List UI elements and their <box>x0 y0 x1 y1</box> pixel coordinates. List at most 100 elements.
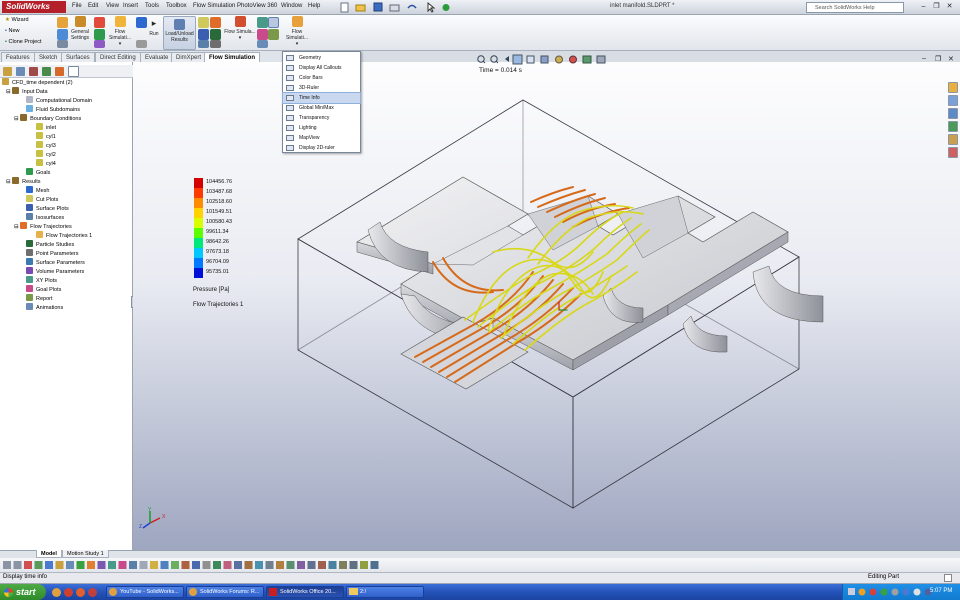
toolbar-icon[interactable] <box>55 561 64 569</box>
menu-tools[interactable]: Tools <box>145 3 159 9</box>
tree-fluid-subdomains[interactable]: Fluid Subdomains <box>26 105 80 114</box>
new-project-button[interactable]: ▪ New <box>5 28 20 34</box>
tab-surfaces[interactable]: Surfaces <box>61 52 95 62</box>
tab-motion-study-1[interactable]: Motion Study 1 <box>62 550 109 558</box>
tree-bc-cyl2[interactable]: cyl2 <box>36 150 56 159</box>
toolbar-icon[interactable] <box>76 561 85 569</box>
toolbar-icon[interactable] <box>328 561 337 569</box>
toolbar-icon[interactable] <box>339 561 347 569</box>
tree-input-data[interactable]: ⊟ Input Data <box>6 87 48 96</box>
menu-photoview[interactable]: PhotoView 360 <box>237 3 277 9</box>
tree-bc-cyl1[interactable]: cyl1 <box>36 132 56 141</box>
toolbar-icon[interactable] <box>223 561 232 569</box>
toolbar-icon[interactable] <box>244 561 253 569</box>
tab-dimxpert[interactable]: DimXpert <box>171 52 207 62</box>
menu-help[interactable]: Help <box>308 3 320 9</box>
viewport-restore-icon[interactable]: ❐ <box>935 55 941 63</box>
menu-insert[interactable]: Insert <box>123 3 138 9</box>
tree-xy-plots[interactable]: XY Plots <box>26 276 57 285</box>
toolbar-icon[interactable] <box>276 561 284 569</box>
restore-icon[interactable]: ❐ <box>931 2 942 12</box>
viewport-minimize-icon[interactable]: – <box>922 55 926 62</box>
menu-item-display-all-callouts[interactable]: Display All Callouts <box>283 63 360 73</box>
dimxpert-tab-icon[interactable] <box>42 67 51 76</box>
calculation-control-icon[interactable] <box>57 29 68 40</box>
toolbar-icon[interactable] <box>349 561 358 569</box>
toolbar-icon[interactable] <box>370 561 379 569</box>
toolbar-icon[interactable] <box>297 561 305 569</box>
load-unload-results-button[interactable]: Load/Unload Results <box>163 16 196 50</box>
cut-plot-icon[interactable] <box>198 17 209 28</box>
taskbar-item-forums[interactable]: SolidWorks Forums: R... <box>186 586 264 598</box>
tree-bc-cyl4[interactable]: cyl4 <box>36 159 56 168</box>
menu-item-global-min-max[interactable]: Global Min/Max <box>283 103 360 113</box>
tree-surface-plots[interactable]: Surface Plots <box>26 204 69 213</box>
mesh-icon[interactable] <box>136 17 147 28</box>
status-toggle-icon[interactable] <box>944 574 952 582</box>
firefox-icon[interactable] <box>52 588 61 597</box>
tree-report[interactable]: Report <box>26 294 53 303</box>
isosurface-icon[interactable] <box>198 40 209 48</box>
flow-trajectories-icon[interactable] <box>210 17 221 28</box>
tree-surface-parameters[interactable]: Surface Parameters <box>26 258 85 267</box>
display-options-icon[interactable] <box>268 17 279 28</box>
menu-item-lighting[interactable]: Lighting <box>283 123 360 133</box>
taskbar-item-solidworks[interactable]: SolidWorks Office 20... <box>266 586 344 598</box>
tree-goal-plots[interactable]: Goal Plots <box>26 285 61 294</box>
tree-point-parameters[interactable]: Point Parameters <box>26 249 79 258</box>
toolbar-icon[interactable] <box>87 561 95 569</box>
source-icon[interactable] <box>94 40 105 48</box>
toolbar-icon[interactable] <box>360 561 368 569</box>
point-parameters-icon[interactable] <box>210 40 221 48</box>
boundary-condition-icon[interactable] <box>94 17 105 28</box>
app-icon[interactable] <box>64 588 73 597</box>
menu-toolbox[interactable]: Toolbox <box>166 3 187 9</box>
tools-icon[interactable] <box>57 40 68 48</box>
feature-tree-tab-icon[interactable] <box>3 67 12 76</box>
tree-results[interactable]: ⊟ Results <box>6 177 40 186</box>
tree-volume-parameters[interactable]: Volume Parameters <box>26 267 84 276</box>
toolbar-icon[interactable] <box>118 561 127 569</box>
menu-flow-simulation[interactable]: Flow Simulation <box>193 3 235 9</box>
toolbar-icon[interactable] <box>45 561 53 569</box>
tab-features[interactable]: Features <box>1 52 35 62</box>
menu-item-display-2d-ruler[interactable]: Display 2D-ruler <box>283 143 360 153</box>
search-pane-icon[interactable] <box>948 121 958 132</box>
surface-plot-icon[interactable] <box>198 29 209 40</box>
tree-mesh[interactable]: Mesh <box>26 186 49 195</box>
tree-cut-plots[interactable]: Cut Plots <box>26 195 58 204</box>
menu-item-color-bars[interactable]: Color Bars <box>283 73 360 83</box>
close-icon[interactable]: ✕ <box>944 2 955 12</box>
toolbar-icon[interactable] <box>13 561 22 569</box>
menu-item-geometry[interactable]: Geometry <box>283 53 360 63</box>
toolbar-icon[interactable] <box>318 561 326 569</box>
tab-model[interactable]: Model <box>36 550 62 558</box>
menu-window[interactable]: Window <box>281 3 302 9</box>
solidworks-logo[interactable]: SolidWorks <box>2 1 66 13</box>
toolbar-icon[interactable] <box>171 561 179 569</box>
toolbar-icon[interactable] <box>234 561 242 569</box>
resources-pane-icon[interactable] <box>948 82 958 93</box>
toolbar-icon[interactable] <box>139 561 148 569</box>
tree-root[interactable]: CFD_time dependent (2) <box>2 78 73 87</box>
xy-plot-icon[interactable] <box>257 17 268 28</box>
appearances-icon[interactable] <box>948 147 958 158</box>
menu-file[interactable]: File <box>72 3 82 9</box>
report-icon[interactable] <box>268 29 279 40</box>
particle-study-icon[interactable] <box>210 29 221 40</box>
run-button[interactable]: ▸ Run <box>147 18 161 48</box>
toolbar-icon[interactable] <box>34 561 43 569</box>
taskbar-item-youtube[interactable]: YouTube - SolidWorks... <box>106 586 184 598</box>
toolbar-icon[interactable] <box>202 561 211 569</box>
toolbar-icon[interactable] <box>181 561 190 569</box>
clone-project-button[interactable]: ▪ Clone Project <box>5 39 42 45</box>
toolbar-icon[interactable] <box>255 561 263 569</box>
configuration-tab-icon[interactable] <box>29 67 38 76</box>
tree-flow-trajectories-1[interactable]: Flow Trajectories 1 <box>36 231 92 240</box>
tree-animations[interactable]: Animations <box>26 303 63 312</box>
minimize-icon[interactable]: – <box>918 2 929 12</box>
toolbar-icon[interactable] <box>97 561 106 569</box>
menu-item-time-info[interactable]: Time Info <box>282 92 361 104</box>
display-tab-icon[interactable] <box>55 67 64 76</box>
toolbar-icon[interactable] <box>3 561 11 569</box>
